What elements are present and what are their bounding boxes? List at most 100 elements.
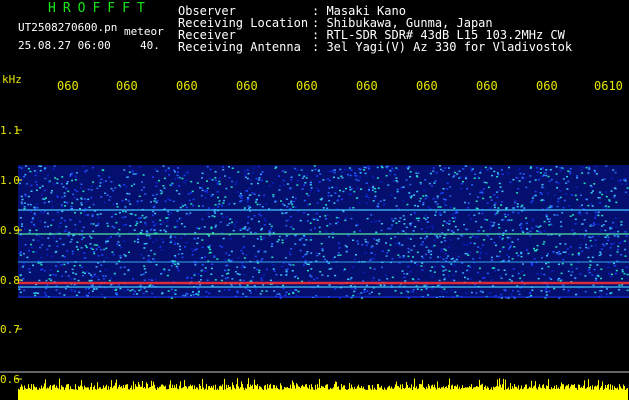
noise-speck [90, 196, 93, 199]
noise-speck [476, 271, 479, 274]
noise-speck [488, 236, 491, 239]
noise-speck [174, 171, 176, 173]
noise-speck [364, 172, 367, 175]
level-sample [353, 389, 354, 400]
noise-speck [37, 239, 40, 242]
noise-speck [105, 241, 108, 244]
noise-speck [496, 172, 499, 174]
noise-speck [331, 231, 334, 234]
noise-speck [353, 290, 356, 293]
level-sample [462, 385, 463, 400]
noise-speck [518, 180, 521, 182]
noise-speck [63, 192, 66, 194]
noise-speck [102, 275, 105, 277]
noise-speck [585, 212, 588, 214]
noise-speck [299, 239, 301, 241]
noise-speck [134, 290, 136, 293]
level-sample [179, 385, 180, 400]
noise-speck [304, 236, 307, 239]
noise-speck [92, 223, 95, 225]
noise-speck [315, 294, 318, 297]
level-sample [311, 384, 312, 400]
noise-speck [216, 182, 219, 184]
noise-speck [518, 293, 521, 296]
noise-speck [424, 197, 427, 200]
noise-speck [20, 201, 23, 204]
level-sample [431, 385, 432, 400]
level-sample [37, 389, 38, 400]
noise-speck [201, 239, 204, 241]
noise-speck [446, 222, 449, 224]
noise-speck [496, 255, 499, 257]
noise-speck [355, 178, 358, 181]
noise-speck [414, 204, 417, 207]
level-sample [146, 382, 147, 400]
noise-speck [490, 259, 493, 261]
noise-speck [517, 212, 520, 214]
level-sample [182, 387, 183, 400]
noise-speck [147, 259, 150, 262]
noise-speck [263, 251, 266, 253]
noise-speck [247, 222, 249, 224]
level-sample [232, 382, 233, 400]
level-sample [604, 388, 605, 400]
level-sample [141, 386, 142, 400]
level-sample [253, 388, 254, 400]
level-sample [350, 388, 351, 400]
level-sample [381, 385, 382, 400]
noise-speck [454, 291, 457, 293]
level-sample [210, 387, 211, 400]
noise-speck [525, 186, 528, 189]
noise-speck [255, 198, 258, 201]
noise-speck [65, 225, 68, 228]
noise-speck [597, 234, 600, 237]
noise-speck [64, 205, 66, 207]
level-sample [55, 387, 56, 400]
level-sample [499, 378, 500, 400]
level-sample [56, 385, 57, 400]
noise-speck [144, 222, 147, 224]
noise-speck [214, 212, 217, 214]
noise-speck [230, 250, 233, 253]
noise-speck [562, 258, 565, 261]
noise-speck [542, 243, 545, 245]
noise-speck [35, 181, 38, 183]
level-sample [18, 388, 19, 400]
noise-speck [512, 179, 515, 181]
noise-speck [145, 230, 148, 232]
noise-speck [129, 290, 132, 292]
level-sample [372, 384, 373, 400]
noise-speck [189, 212, 192, 214]
level-sample [121, 386, 122, 400]
level-sample [338, 386, 339, 400]
noise-speck [228, 203, 231, 205]
noise-speck [561, 284, 564, 287]
level-sample [233, 385, 234, 400]
noise-speck [540, 273, 543, 275]
level-sample [598, 379, 599, 400]
noise-speck [272, 231, 275, 234]
noise-speck [394, 217, 397, 220]
noise-speck [511, 275, 514, 277]
noise-speck [65, 228, 68, 230]
level-sample [328, 389, 329, 400]
noise-speck [358, 176, 361, 178]
noise-speck [27, 203, 30, 206]
noise-speck [444, 199, 447, 201]
noise-speck [169, 236, 172, 239]
noise-speck [623, 179, 625, 181]
level-sample [592, 385, 593, 400]
noise-speck [551, 270, 554, 272]
noise-speck [531, 199, 534, 202]
level-sample [49, 386, 50, 400]
noise-speck [445, 257, 448, 259]
noise-speck [225, 216, 228, 218]
noise-speck [412, 230, 415, 232]
noise-speck [464, 165, 467, 167]
noise-speck [559, 243, 562, 245]
noise-speck [201, 189, 204, 192]
noise-speck [407, 247, 410, 250]
noise-speck [334, 288, 337, 290]
noise-speck [325, 204, 328, 206]
level-sample [440, 388, 441, 400]
